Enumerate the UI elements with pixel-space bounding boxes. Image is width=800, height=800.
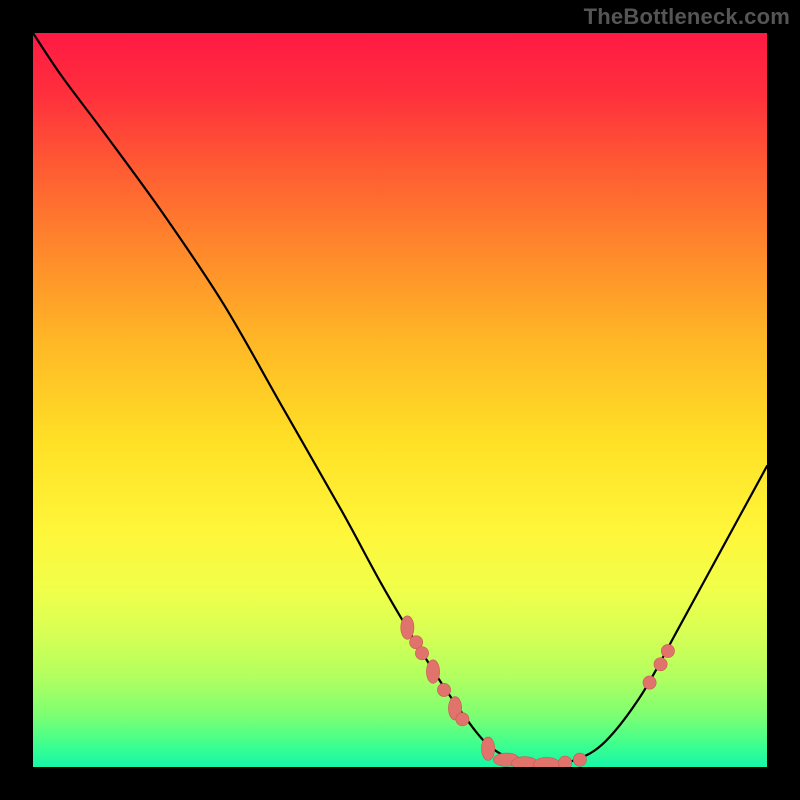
watermark-text: TheBottleneck.com <box>584 4 790 30</box>
curve-marker <box>456 713 469 726</box>
curve-marker <box>415 647 428 660</box>
curve-layer <box>33 33 767 767</box>
curve-marker <box>661 644 674 657</box>
curve-marker <box>426 660 439 683</box>
curve-markers <box>401 616 675 767</box>
curve-marker <box>559 756 572 767</box>
curve-marker <box>481 737 494 760</box>
curve-marker <box>534 757 560 767</box>
curve-marker <box>401 616 414 639</box>
curve-marker <box>573 753 586 766</box>
chart-frame: TheBottleneck.com <box>0 0 800 800</box>
plot-area <box>33 33 767 767</box>
curve-marker <box>437 683 450 696</box>
curve-marker <box>643 676 656 689</box>
curve-marker <box>654 658 667 671</box>
bottleneck-curve <box>33 33 767 764</box>
